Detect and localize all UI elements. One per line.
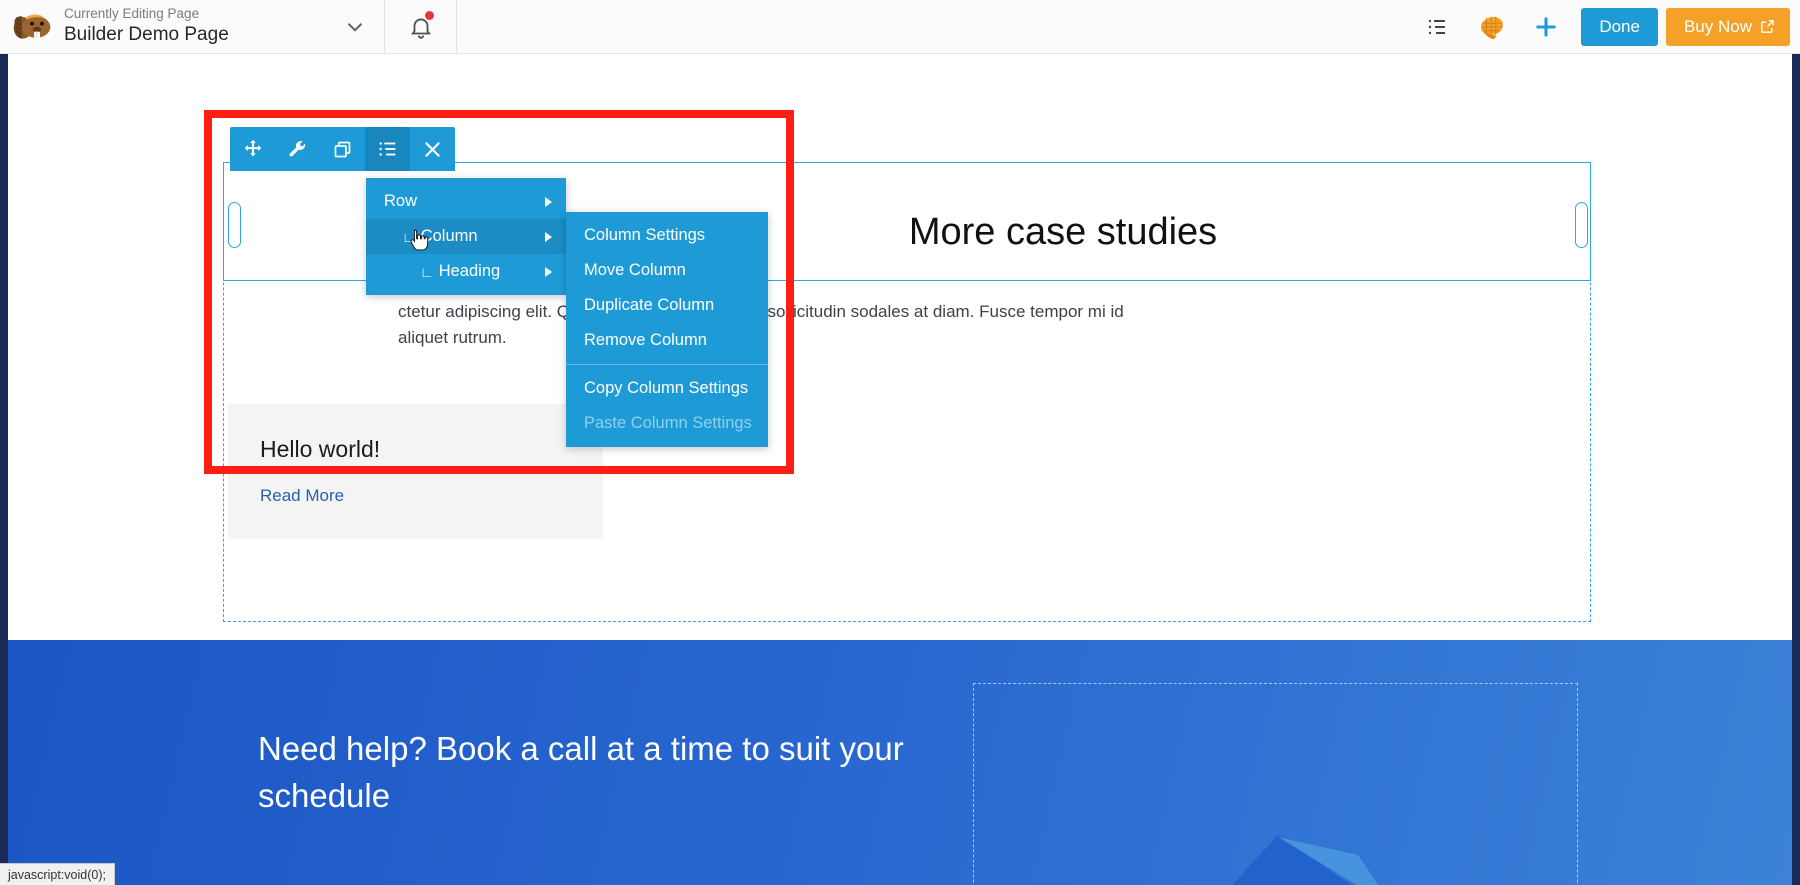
cta-section: Need help? Book a call at a time to suit… bbox=[8, 640, 1792, 885]
wrench-icon bbox=[289, 140, 306, 156]
current-page-selector[interactable]: Currently Editing Page Builder Demo Page bbox=[0, 0, 385, 53]
menu-item-move-column[interactable]: Move Column bbox=[566, 253, 768, 288]
read-more-link[interactable]: Read More bbox=[260, 486, 344, 506]
menu-item-column[interactable]: ∟ Column bbox=[366, 219, 566, 254]
submenu-caret-icon bbox=[545, 231, 552, 242]
menu-item-copy-column-settings[interactable]: Copy Column Settings bbox=[566, 371, 768, 406]
plus-icon bbox=[1536, 16, 1557, 37]
menu-item-label: Copy Column Settings bbox=[584, 379, 749, 397]
menu-item-remove-column[interactable]: Remove Column bbox=[566, 323, 768, 358]
column-submenu: Column Settings Move Column Duplicate Co… bbox=[566, 212, 768, 447]
page-title: Builder Demo Page bbox=[64, 24, 229, 46]
tree-corner-icon: ∟ bbox=[420, 263, 434, 280]
page-canvas: More case studies ctetur adipiscing elit… bbox=[0, 54, 1800, 885]
tools-icon bbox=[1481, 16, 1504, 39]
menu-item-label: Column bbox=[420, 227, 478, 245]
pointer-hand-cursor-icon bbox=[410, 229, 429, 251]
menu-item-label: Duplicate Column bbox=[584, 296, 715, 314]
menu-item-label: Paste Column Settings bbox=[584, 414, 752, 432]
menu-item-label: Column Settings bbox=[584, 226, 706, 244]
post-card-title: Hello world! bbox=[260, 436, 381, 462]
submenu-caret-icon bbox=[545, 266, 552, 277]
notification-dot-badge bbox=[425, 11, 434, 20]
builder-admin-bar: Currently Editing Page Builder Demo Page bbox=[0, 0, 1800, 54]
abstract-blue-shape-icon bbox=[1232, 835, 1379, 885]
menu-item-duplicate-column[interactable]: Duplicate Column bbox=[566, 288, 768, 323]
tools-button[interactable] bbox=[1465, 0, 1519, 54]
menu-item-paste-column-settings: Paste Column Settings bbox=[566, 406, 768, 441]
browser-status-bar: javascript:void(0); bbox=[0, 863, 115, 885]
browser-viewport: Currently Editing Page Builder Demo Page bbox=[0, 0, 1800, 885]
menu-item-heading[interactable]: ∟ Heading bbox=[366, 254, 566, 289]
module-settings-button[interactable] bbox=[275, 127, 320, 171]
column-resize-handle-left[interactable] bbox=[228, 202, 241, 248]
move-arrows-icon bbox=[244, 139, 261, 157]
editing-label: Currently Editing Page bbox=[64, 6, 200, 22]
outline-context-menu: Row ∟ Column ∟ Heading bbox=[366, 178, 566, 295]
duplicate-icon bbox=[334, 141, 351, 157]
duplicate-module-button[interactable] bbox=[320, 127, 365, 171]
menu-item-column-settings[interactable]: Column Settings bbox=[566, 218, 768, 253]
menu-item-label: Row bbox=[384, 192, 418, 210]
buy-now-button[interactable]: Buy Now bbox=[1665, 7, 1790, 46]
move-module-button[interactable] bbox=[230, 127, 275, 171]
close-x-icon bbox=[425, 141, 440, 157]
done-button[interactable]: Done bbox=[1581, 7, 1658, 46]
outline-panel-button[interactable] bbox=[1411, 0, 1465, 54]
beaver-logo-icon bbox=[13, 14, 51, 39]
status-bar-text: javascript:void(0); bbox=[8, 867, 106, 882]
external-link-icon bbox=[1761, 20, 1774, 33]
menu-divider bbox=[566, 364, 768, 365]
cta-heading: Need help? Book a call at a time to suit… bbox=[258, 730, 904, 814]
add-content-button[interactable] bbox=[1519, 0, 1573, 54]
remove-module-button[interactable] bbox=[410, 127, 455, 171]
notifications-button[interactable] bbox=[385, 0, 457, 53]
page-paragraph: ctetur adipiscing elit. Quisque at urna … bbox=[398, 302, 1124, 348]
buy-now-label: Buy Now bbox=[1683, 16, 1752, 36]
page-heading: More case studies bbox=[908, 211, 1218, 253]
column-resize-handle-right[interactable] bbox=[1575, 202, 1588, 248]
admin-bar-actions: Done Buy Now bbox=[1411, 0, 1800, 53]
submenu-caret-icon bbox=[545, 196, 552, 207]
post-card[interactable]: Hello world! Read More bbox=[228, 404, 603, 539]
chevron-down-icon[interactable] bbox=[342, 14, 368, 40]
menu-item-row[interactable]: Row bbox=[366, 184, 566, 219]
menu-item-label: Move Column bbox=[584, 261, 686, 279]
menu-item-label: Heading bbox=[438, 262, 501, 280]
module-action-toolbar bbox=[230, 127, 455, 171]
module-outline-button[interactable] bbox=[365, 127, 410, 171]
list-outline-icon bbox=[1429, 19, 1446, 34]
list-outline-icon bbox=[378, 142, 395, 156]
menu-item-label: Remove Column bbox=[584, 331, 707, 349]
done-label: Done bbox=[1599, 16, 1640, 36]
